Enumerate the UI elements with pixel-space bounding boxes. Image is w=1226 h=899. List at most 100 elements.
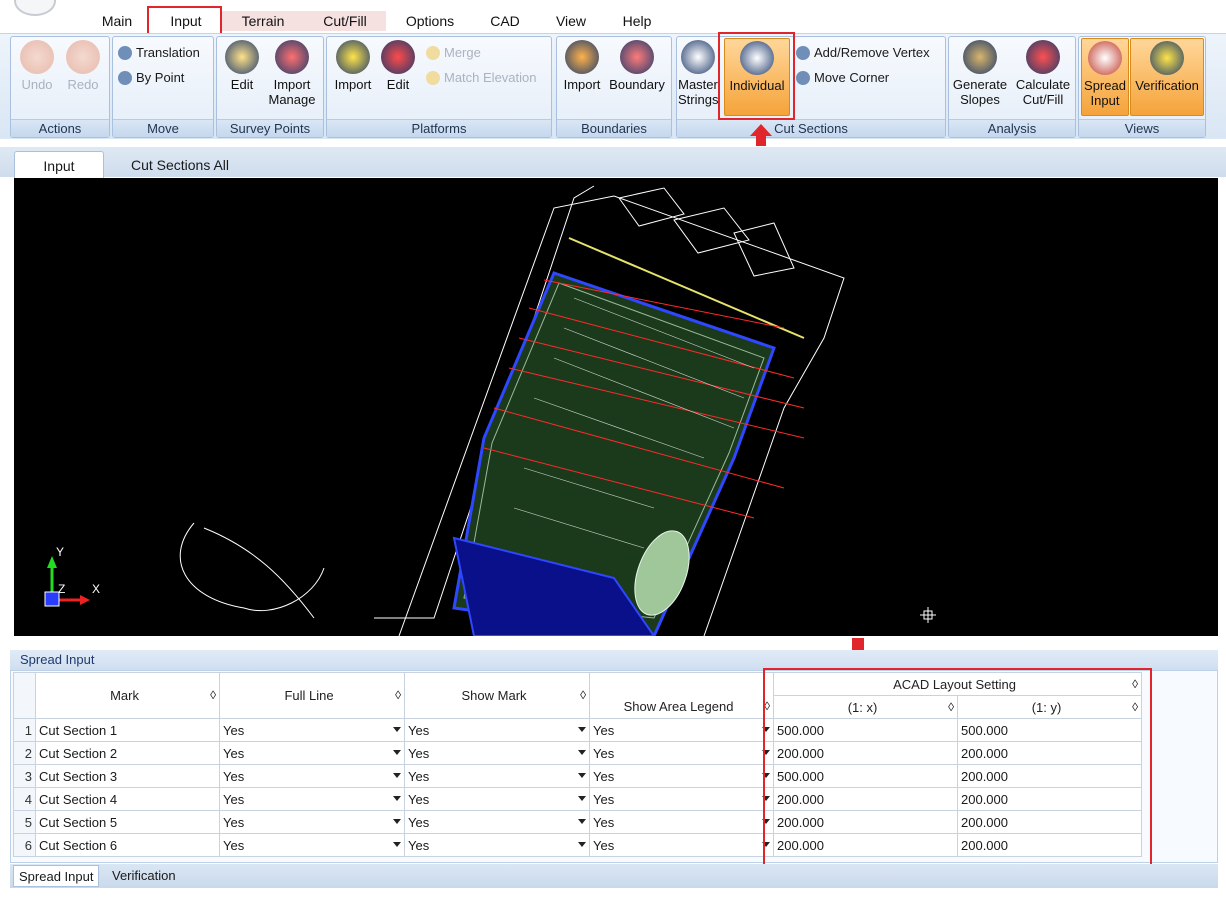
show-mark-cell-value: Yes <box>408 745 430 761</box>
mark-cell[interactable]: Cut Section 2 <box>35 741 220 765</box>
redo-label: Redo <box>67 77 99 92</box>
menu-tab-cad[interactable]: CAD <box>482 11 528 31</box>
dropdown-arrow-icon[interactable] <box>578 842 586 847</box>
mark-cell-value: Cut Section 4 <box>39 791 118 807</box>
menu-tab-cut-fill[interactable]: Cut/Fill <box>304 11 386 31</box>
boundary-label: Boundary <box>609 77 665 92</box>
column-header-show-area-legend[interactable]: Show Area Legend ◊ <box>589 695 774 719</box>
mark-cell[interactable]: Cut Section 6 <box>35 833 220 857</box>
translation-button[interactable]: Translation <box>118 44 200 62</box>
dropdown-arrow-icon[interactable] <box>393 819 401 824</box>
show-mark-cell[interactable]: Yes <box>404 764 590 788</box>
mark-cell[interactable]: Cut Section 5 <box>35 810 220 834</box>
show-area-legend-cell[interactable]: Yes <box>589 718 774 742</box>
add-remove-vertex-icon <box>796 46 810 60</box>
show-area-legend-cell[interactable]: Yes <box>589 810 774 834</box>
show-mark-cell[interactable]: Yes <box>404 741 590 765</box>
show-area-legend-cell-value: Yes <box>593 722 615 738</box>
mark-cell[interactable]: Cut Section 1 <box>35 718 220 742</box>
calculate-cut-fill-label-2: Cut/Fill <box>1022 92 1064 107</box>
platform-edit-label: Edit <box>386 77 410 92</box>
full-line-cell-value: Yes <box>223 791 245 807</box>
show-area-legend-cell[interactable]: Yes <box>589 787 774 811</box>
show-area-legend-cell[interactable]: Yes <box>589 764 774 788</box>
column-header-mark[interactable]: Mark ◊ <box>35 672 220 719</box>
tab-spread-input[interactable]: Spread Input <box>13 865 100 887</box>
filter-icon[interactable]: ◊ <box>395 688 401 702</box>
filter-icon[interactable]: ◊ <box>210 688 216 702</box>
tab-input[interactable]: Input <box>14 151 104 178</box>
filter-icon[interactable]: ◊ <box>580 688 586 702</box>
dropdown-arrow-icon[interactable] <box>393 750 401 755</box>
calculate-cut-fill-label-1: Calculate <box>1015 77 1071 92</box>
show-area-legend-cell[interactable]: Yes <box>589 833 774 857</box>
group-label: Platforms <box>327 119 551 137</box>
full-line-cell[interactable]: Yes <box>219 741 405 765</box>
dropdown-arrow-icon[interactable] <box>393 842 401 847</box>
group-label: Actions <box>11 119 109 137</box>
dropdown-arrow-icon[interactable] <box>578 750 586 755</box>
site-plan-drawing <box>44 185 936 636</box>
show-mark-cell[interactable]: Yes <box>404 718 590 742</box>
column-header-full-line[interactable]: Full Line ◊ <box>219 672 405 719</box>
import-manage-button[interactable]: Import Manage <box>264 40 320 118</box>
show-mark-cell[interactable]: Yes <box>404 810 590 834</box>
full-line-cell[interactable]: Yes <box>219 833 405 857</box>
full-line-cell[interactable]: Yes <box>219 810 405 834</box>
dropdown-arrow-icon[interactable] <box>393 796 401 801</box>
menu-tab-help[interactable]: Help <box>614 11 660 31</box>
move-corner-button[interactable]: Move Corner <box>796 69 889 87</box>
spread-input-button[interactable]: Spread Input <box>1081 38 1129 116</box>
merge-button[interactable]: Merge <box>426 44 481 62</box>
generate-slopes-button[interactable]: Generate Slopes <box>950 40 1010 118</box>
menu-tab-terrain[interactable]: Terrain <box>222 11 304 31</box>
by-point-button[interactable]: By Point <box>118 69 184 87</box>
platform-edit-button[interactable]: Edit <box>380 40 416 118</box>
dropdown-arrow-icon[interactable] <box>578 773 586 778</box>
mark-cell[interactable]: Cut Section 4 <box>35 787 220 811</box>
cad-viewport[interactable]: Y Z X <box>14 178 1218 636</box>
axis-z-label: Z <box>58 582 66 596</box>
survey-edit-icon <box>225 40 259 74</box>
by-point-icon <box>118 71 132 85</box>
full-line-cell[interactable]: Yes <box>219 787 405 811</box>
undo-button[interactable]: Undo <box>16 40 58 118</box>
show-area-legend-cell[interactable]: Yes <box>589 741 774 765</box>
redo-button[interactable]: Redo <box>62 40 104 118</box>
menu-tab-options[interactable]: Options <box>398 11 462 31</box>
show-mark-cell-value: Yes <box>408 791 430 807</box>
dropdown-arrow-icon[interactable] <box>578 727 586 732</box>
spread-input-icon <box>1088 41 1122 75</box>
dropdown-arrow-icon[interactable] <box>578 796 586 801</box>
translation-icon <box>118 46 132 60</box>
survey-edit-button[interactable]: Edit <box>222 40 262 118</box>
highlight-individual <box>718 32 795 120</box>
axis-y-label: Y <box>56 545 65 559</box>
tab-cut-sections-all[interactable]: Cut Sections All <box>118 151 242 178</box>
redo-icon <box>66 40 100 74</box>
merge-icon <box>426 46 440 60</box>
show-mark-cell[interactable]: Yes <box>404 787 590 811</box>
menu-tab-main[interactable]: Main <box>96 11 138 31</box>
verification-button[interactable]: Verification <box>1130 38 1204 116</box>
column-header-show-mark[interactable]: Show Mark ◊ <box>404 672 590 719</box>
dropdown-arrow-icon[interactable] <box>393 773 401 778</box>
full-line-cell[interactable]: Yes <box>219 764 405 788</box>
match-elevation-button[interactable]: Match Elevation <box>426 69 537 87</box>
boundary-import-button[interactable]: Import <box>558 40 606 118</box>
menu-tab-view[interactable]: View <box>548 11 594 31</box>
mark-cell[interactable]: Cut Section 3 <box>35 764 220 788</box>
translation-label: Translation <box>136 45 200 60</box>
calculate-cut-fill-button[interactable]: Calculate Cut/Fill <box>1012 40 1074 118</box>
platform-import-button[interactable]: Import <box>330 40 376 118</box>
add-remove-vertex-button[interactable]: Add/Remove Vertex <box>796 44 930 62</box>
boundary-button[interactable]: Boundary <box>606 40 668 118</box>
full-line-cell[interactable]: Yes <box>219 718 405 742</box>
tab-verification[interactable]: Verification <box>107 865 181 887</box>
master-strings-button[interactable]: Master Strings <box>678 40 718 118</box>
dropdown-arrow-icon[interactable] <box>393 727 401 732</box>
dropdown-arrow-icon[interactable] <box>578 819 586 824</box>
column-header-show-area-legend-label: Show Area Legend <box>623 699 734 715</box>
show-mark-cell[interactable]: Yes <box>404 833 590 857</box>
mark-cell-value: Cut Section 2 <box>39 745 118 761</box>
